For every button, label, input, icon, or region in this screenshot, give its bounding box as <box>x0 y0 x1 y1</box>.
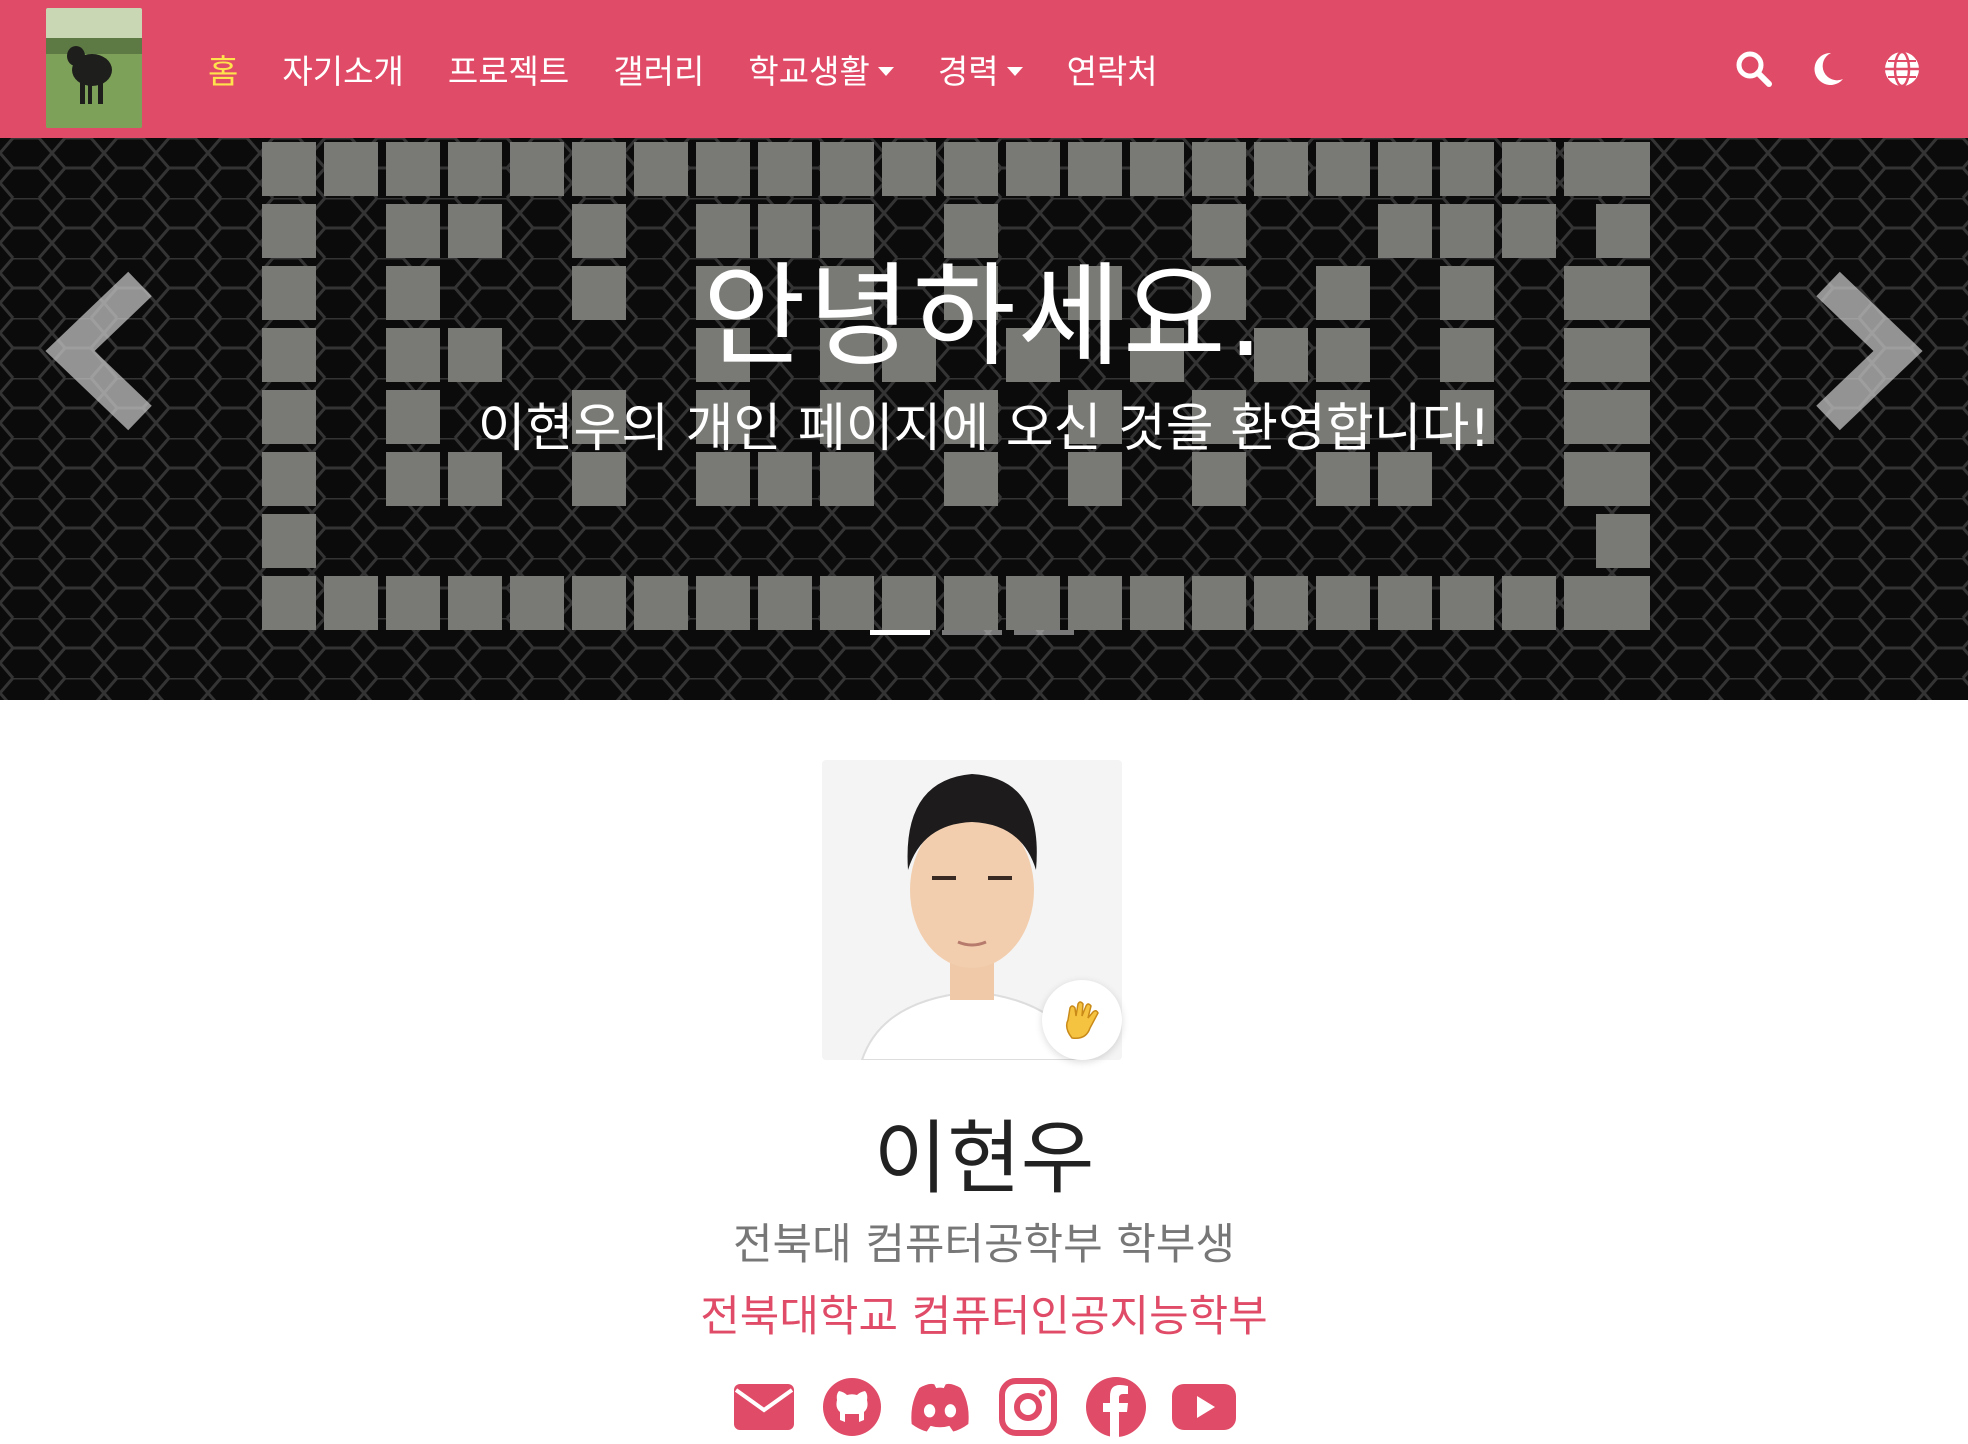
instagram-icon[interactable] <box>994 1376 1062 1438</box>
profile-avatar-block <box>822 760 1122 1060</box>
carousel-indicators <box>870 630 1074 635</box>
carousel-indicator[interactable] <box>870 630 930 635</box>
hero-carousel: 안녕하세요. 이현우의 개인 페이지에 오신 것을 환영합니다! <box>0 138 1968 700</box>
top-navbar: 홈 자기소개 프로젝트 갤러리 학교생활 경력 연락처 <box>0 0 1968 138</box>
moon-icon[interactable] <box>1808 49 1848 89</box>
brand-logo[interactable] <box>46 8 142 128</box>
caret-down-icon <box>877 66 894 76</box>
nav-item-4[interactable]: 학교생활 <box>726 45 915 93</box>
search-icon[interactable] <box>1734 49 1774 89</box>
cow-logo-image <box>46 8 142 128</box>
social-links <box>0 1376 1968 1438</box>
facebook-icon[interactable] <box>1082 1376 1150 1438</box>
waving-hand-icon <box>1042 980 1122 1060</box>
discord-icon[interactable] <box>906 1376 974 1438</box>
email-icon[interactable] <box>730 1376 798 1438</box>
profile-role: 전북대 컴퓨터공학부 학부생 <box>732 1220 1236 1270</box>
youtube-icon[interactable] <box>1170 1376 1238 1438</box>
nav-item-label: 프로젝트 <box>447 52 570 91</box>
nav-utility-icons <box>1734 0 1922 138</box>
nav-item-6[interactable]: 연락처 <box>1045 45 1180 93</box>
nav-item-label: 자기소개 <box>282 52 404 91</box>
nav-item-label: 갤러리 <box>613 52 705 91</box>
caret-down-icon <box>1006 66 1023 76</box>
profile-organization-link[interactable]: 전북대학교 컴퓨터인공지능학부 <box>0 1282 1968 1344</box>
carousel-indicator[interactable] <box>1014 630 1074 635</box>
nav-item-2[interactable]: 프로젝트 <box>426 45 591 93</box>
main-nav: 홈 자기소개 프로젝트 갤러리 학교생활 경력 연락처 <box>186 0 1180 138</box>
nav-item-5[interactable]: 경력 <box>916 45 1045 93</box>
nav-item-label: 연락처 <box>1066 52 1158 91</box>
nav-item-0[interactable]: 홈 <box>186 45 260 93</box>
hero-subtitle: 이현우의 개인 페이지에 오신 것을 환영합니다! <box>477 399 1491 459</box>
nav-item-label: 홈 <box>208 52 239 91</box>
nav-item-1[interactable]: 자기소개 <box>260 45 425 93</box>
profile-name: 이현우 <box>873 1112 1095 1205</box>
nav-item-3[interactable]: 갤러리 <box>591 45 726 93</box>
carousel-indicator[interactable] <box>942 630 1002 635</box>
hero-title: 안녕하세요. <box>702 252 1266 382</box>
globe-icon[interactable] <box>1882 49 1922 89</box>
nav-item-label: 학교생활 <box>748 52 870 91</box>
github-icon[interactable] <box>818 1376 886 1438</box>
nav-item-label: 경력 <box>937 52 999 91</box>
